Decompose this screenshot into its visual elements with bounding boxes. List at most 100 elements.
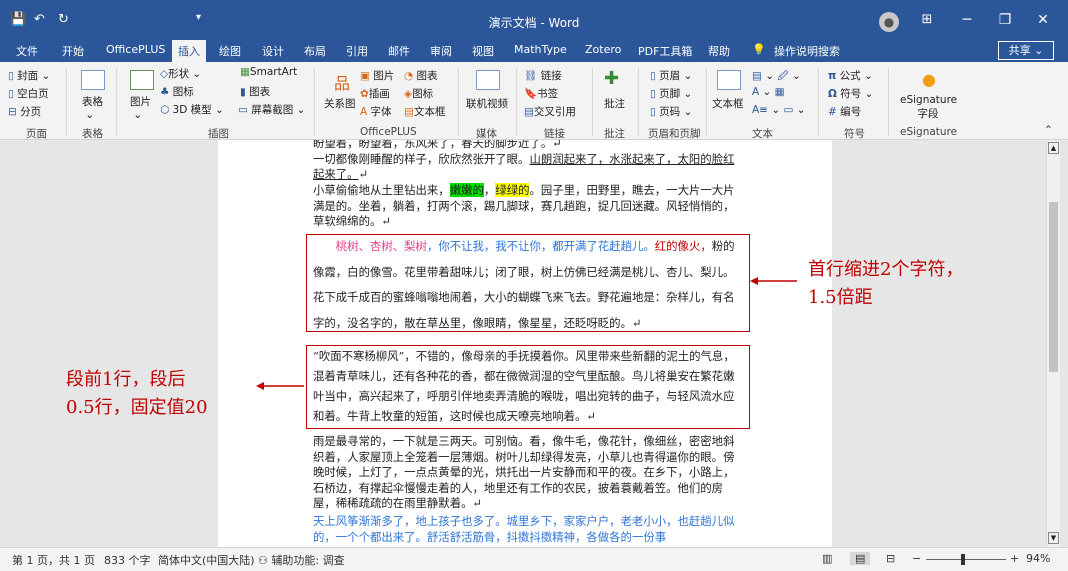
tab-view[interactable]: 视图 bbox=[472, 43, 494, 59]
link-button[interactable]: ⛓ 链接 bbox=[524, 68, 562, 83]
icons-icon: ♣ bbox=[160, 86, 170, 98]
annotation-right: 首行缩进2个字符， 1.5倍距 bbox=[808, 259, 964, 308]
group-label-esignature: eSignature bbox=[900, 126, 958, 138]
bookmark-button[interactable]: 🔖书签 bbox=[524, 86, 558, 101]
blank-page-button[interactable]: ▯ 空白页 bbox=[8, 86, 49, 101]
chart-button[interactable]: ▮ 图表 bbox=[240, 84, 270, 99]
tab-mathtype[interactable]: MathType bbox=[514, 43, 567, 56]
language[interactable]: 简体中文(中国大陆) bbox=[158, 552, 255, 568]
tab-mailings[interactable]: 邮件 bbox=[388, 43, 410, 59]
zoom-out-icon[interactable]: − bbox=[912, 552, 921, 565]
zoom-slider[interactable] bbox=[926, 559, 1006, 560]
minimize-button[interactable]: ─ bbox=[952, 8, 982, 32]
tab-design[interactable]: 设计 bbox=[262, 43, 284, 59]
cover-page-button[interactable]: ▯ 封面 ⌄ bbox=[8, 68, 50, 83]
window-title: 演示文档 - Word bbox=[488, 16, 580, 30]
cross-reference-button[interactable]: ▤交叉引用 bbox=[524, 104, 576, 119]
ribbon-separator bbox=[458, 68, 459, 136]
cross-reference-icon: ▤ bbox=[524, 106, 534, 118]
smartart-button[interactable]: ▦SmartArt bbox=[240, 66, 297, 78]
scrollbar-thumb[interactable] bbox=[1049, 202, 1058, 372]
esignature-field-button[interactable]: eSignature 字段 bbox=[900, 94, 957, 121]
footer-button[interactable]: ▯ 页脚 ⌄ bbox=[650, 86, 692, 101]
tab-zotero[interactable]: Zotero bbox=[585, 43, 621, 56]
pi-icon: π bbox=[828, 70, 837, 82]
avatar[interactable]: ● bbox=[879, 12, 899, 32]
tab-file[interactable]: 文件 bbox=[16, 43, 38, 59]
document-area: 盼望着，盼望着，东风来了，春天的脚步近了。↵ 一切都像刚睡醒的样子，欣欣然张开了… bbox=[0, 140, 1068, 547]
status-bar: 第 1 页，共 1 页 833 个字 简体中文(中国大陆) ⚇ 辅助功能: 调查… bbox=[0, 547, 1068, 571]
quick-parts-icon[interactable]: ▤ ⌄ 🖉 ⌄ bbox=[752, 68, 801, 86]
annotation-arrows bbox=[256, 277, 797, 390]
zoom-level[interactable]: 94% bbox=[1026, 552, 1050, 565]
page-count[interactable]: 第 1 页，共 1 页 bbox=[12, 552, 95, 568]
zoom-in-icon[interactable]: + bbox=[1010, 552, 1019, 565]
page-number-button[interactable]: ▯ 页码 ⌄ bbox=[650, 104, 692, 119]
op-illustration-button[interactable]: ✿插画 bbox=[360, 86, 390, 101]
vertical-scrollbar[interactable]: ▲ ▼ bbox=[1046, 140, 1060, 547]
page-break-button[interactable]: ⊟ 分页 bbox=[8, 104, 41, 119]
tab-pdf-toolbox[interactable]: PDF工具箱 bbox=[638, 43, 692, 59]
number-button[interactable]: # 编号 bbox=[828, 104, 861, 119]
wordart-icon[interactable]: A ⌄ ▦ bbox=[752, 86, 785, 98]
zoom-slider-thumb[interactable] bbox=[961, 554, 965, 565]
picture-icon bbox=[130, 70, 154, 90]
scroll-down-icon[interactable]: ▼ bbox=[1048, 532, 1059, 544]
accessibility-status[interactable]: ⚇ 辅助功能: 调查 bbox=[258, 552, 345, 568]
scroll-up-icon[interactable]: ▲ bbox=[1048, 142, 1059, 154]
dropcap-icon[interactable]: A≡ ⌄ ▭ ⌄ bbox=[752, 104, 806, 116]
3d-models-button[interactable]: ⬡ 3D 模型 ⌄ bbox=[160, 102, 224, 117]
3d-model-icon: ⬡ bbox=[160, 104, 170, 116]
close-button[interactable]: ✕ bbox=[1028, 8, 1058, 32]
number-icon: # bbox=[828, 106, 837, 118]
group-label-links: 链接 bbox=[544, 128, 565, 140]
symbol-button[interactable]: Ω 符号 ⌄ bbox=[828, 86, 873, 101]
group-label-tables: 表格 bbox=[82, 128, 103, 140]
op-chart-button[interactable]: ◔ 图表 bbox=[404, 68, 438, 83]
tab-insert[interactable]: 插入 bbox=[172, 40, 206, 62]
icons-button[interactable]: ♣ 图标 bbox=[160, 84, 194, 99]
op-textbox-button[interactable]: ▤文本框 bbox=[404, 104, 445, 119]
op-icon-icon: ◈ bbox=[404, 88, 413, 100]
op-font-button[interactable]: A 字体 bbox=[360, 104, 392, 119]
ribbon-separator bbox=[638, 68, 639, 136]
ribbon-display-options-icon[interactable]: ⊞ bbox=[912, 8, 942, 32]
web-layout-icon[interactable]: ⊟ bbox=[886, 552, 895, 565]
ribbon-separator bbox=[66, 68, 67, 136]
equation-button[interactable]: π 公式 ⌄ bbox=[828, 68, 873, 83]
ribbon-separator bbox=[818, 68, 819, 136]
op-icon-button[interactable]: ◈图标 bbox=[404, 86, 433, 101]
table-button[interactable]: 表格 ⌄ bbox=[82, 94, 103, 121]
tell-me-search[interactable]: 操作说明搜索 bbox=[774, 43, 840, 59]
collapse-ribbon-icon[interactable]: ⌃ bbox=[1044, 124, 1053, 136]
ribbon-separator bbox=[314, 68, 315, 136]
tab-references[interactable]: 引用 bbox=[346, 43, 368, 59]
footer-icon: ▯ bbox=[650, 88, 656, 100]
share-button[interactable]: 共享 ⌄ bbox=[998, 41, 1054, 60]
tab-help[interactable]: 帮助 bbox=[708, 43, 730, 59]
read-mode-icon[interactable]: ▥ bbox=[822, 552, 832, 565]
print-layout-icon[interactable]: ▤ bbox=[850, 552, 871, 565]
op-picture-button[interactable]: ▣ 图片 bbox=[360, 68, 394, 83]
header-button[interactable]: ▯ 页眉 ⌄ bbox=[650, 68, 692, 83]
smartart-icon: ▦ bbox=[240, 66, 250, 78]
omega-icon: Ω bbox=[828, 88, 837, 100]
relation-diagram-button[interactable]: 关系图 bbox=[324, 96, 356, 111]
word-count[interactable]: 833 个字 bbox=[104, 552, 151, 568]
comment-button[interactable]: 批注 bbox=[604, 96, 625, 111]
restore-button[interactable]: ❐ bbox=[990, 8, 1020, 32]
screenshot-button[interactable]: ▭ 屏幕截图 ⌄ bbox=[238, 102, 305, 117]
op-font-icon: A bbox=[360, 106, 368, 118]
tab-officeplus[interactable]: OfficePLUS bbox=[106, 43, 165, 56]
textbox-button[interactable]: 文本框 bbox=[712, 96, 744, 111]
tab-layout[interactable]: 布局 bbox=[304, 43, 326, 59]
tab-draw[interactable]: 绘图 bbox=[219, 43, 241, 59]
group-label-header-footer: 页眉和页脚 bbox=[648, 128, 701, 140]
op-illustration-icon: ✿ bbox=[360, 88, 369, 100]
shapes-button[interactable]: ◇形状 ⌄ bbox=[160, 66, 201, 81]
tab-home[interactable]: 开始 bbox=[62, 43, 84, 59]
group-label-illustrations: 插图 bbox=[208, 128, 229, 140]
tab-review[interactable]: 审阅 bbox=[430, 43, 452, 59]
online-video-button[interactable]: 联机视频 bbox=[466, 96, 508, 111]
picture-button[interactable]: 图片 ⌄ bbox=[130, 94, 151, 121]
